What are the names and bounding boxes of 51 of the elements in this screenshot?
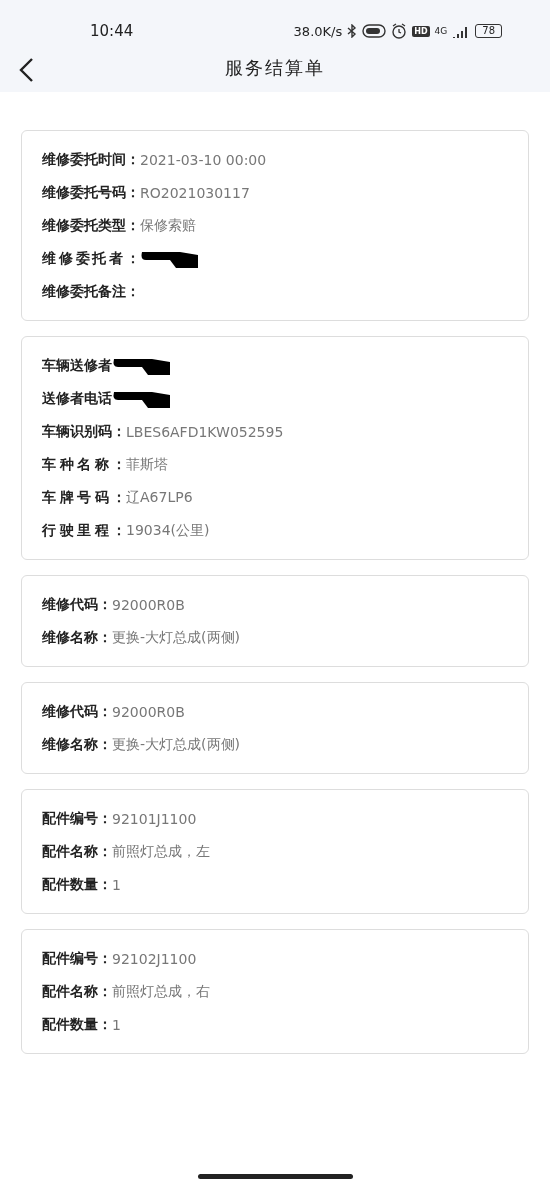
field-label: 送修者电话: [42, 389, 112, 408]
field-label: 配件编号：: [42, 949, 112, 968]
field-label: 车种名称：: [42, 455, 126, 474]
field-label: 维修名称：: [42, 628, 112, 647]
field-label: 车牌号码：: [42, 488, 126, 507]
field-value: 辽A67LP6: [126, 488, 193, 507]
status-time: 10:44: [90, 22, 134, 40]
field-label: 配件名称：: [42, 842, 112, 861]
field-value: 更换-大灯总成(两侧): [112, 628, 240, 647]
field-value: 92000R0B: [112, 596, 185, 613]
field-value: 1: [112, 876, 121, 893]
field-label: 配件名称：: [42, 982, 112, 1001]
field-label: 维修委托备注：: [42, 282, 140, 301]
field-value: 92101J1100: [112, 810, 197, 827]
field-value: 2021-03-10 00:00: [140, 151, 267, 168]
redaction-mark: [140, 249, 200, 268]
field-value: 92102J1100: [112, 950, 197, 967]
battery-level: 78: [475, 24, 502, 38]
field-value: 更换-大灯总成(两侧): [112, 735, 240, 754]
field-value: 前照灯总成，左: [112, 842, 210, 861]
field-value: 19034(公里): [126, 521, 210, 540]
field-label: 维修名称：: [42, 735, 112, 754]
back-icon[interactable]: [18, 57, 34, 83]
redaction-mark: [112, 356, 172, 375]
field-value: RO2021030117: [140, 184, 250, 201]
field-value: 前照灯总成，右: [112, 982, 210, 1001]
field-label: 维修委托者：: [42, 249, 140, 268]
redaction-mark: [112, 389, 172, 408]
field-label: 维修委托类型：: [42, 216, 140, 235]
alarm-icon: [391, 23, 408, 39]
field-label: 维修委托号码：: [42, 183, 140, 202]
field-label: 维修代码：: [42, 595, 112, 614]
hd-badge: HD: [412, 25, 430, 37]
field-label: 配件数量：: [42, 1015, 112, 1034]
field-label: 维修代码：: [42, 702, 112, 721]
field-value: 1: [112, 1016, 121, 1033]
network-speed: 38.0K/s: [293, 23, 343, 39]
field-value: 菲斯塔: [126, 455, 168, 474]
field-label: 车辆识别码：: [42, 422, 126, 441]
bluetooth-icon: [347, 24, 358, 38]
field-value: 保修索赔: [140, 216, 196, 235]
field-label: 配件数量：: [42, 875, 112, 894]
field-value: 92000R0B: [112, 703, 185, 720]
field-label: 维修委托时间：: [42, 150, 140, 169]
toggle-icon: [362, 24, 387, 38]
page-title: 服务结算单: [225, 56, 325, 80]
field-label: 行驶里程：: [42, 521, 126, 540]
network-type: 4G: [434, 26, 448, 36]
field-label: 车辆送修者: [42, 356, 112, 375]
field-value: LBES6AFD1KW052595: [126, 423, 284, 440]
field-label: 配件编号：: [42, 809, 112, 828]
